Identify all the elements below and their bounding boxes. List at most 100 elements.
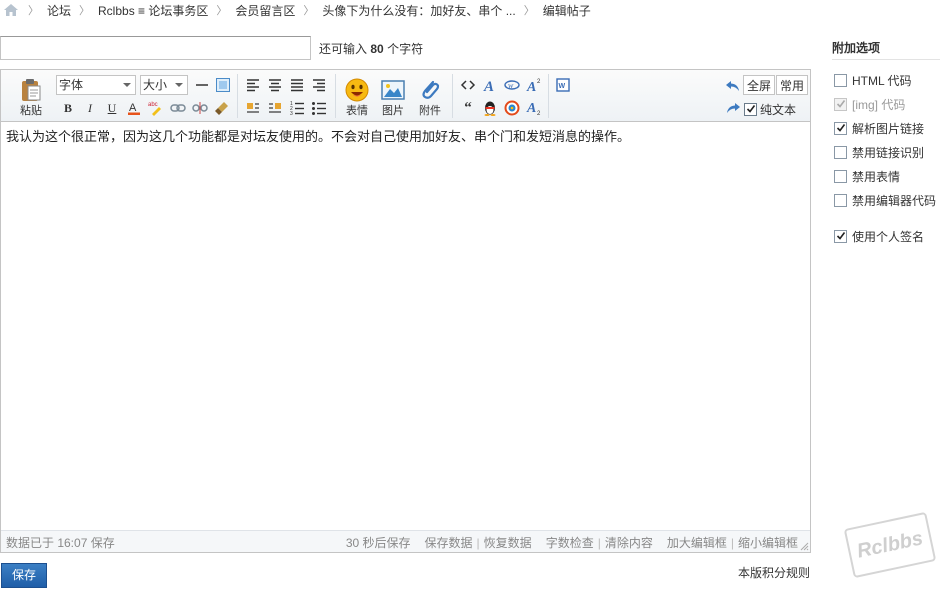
watermark-logo: Rclbbs bbox=[843, 511, 937, 579]
option-parse-image-links[interactable]: 解析图片链接 bbox=[832, 116, 940, 140]
resize-grip-icon[interactable] bbox=[800, 542, 809, 551]
extra-options-heading: 附加选项 bbox=[832, 36, 940, 60]
save-data-link[interactable]: 保存数据 bbox=[425, 534, 473, 551]
smiley-icon bbox=[345, 78, 369, 102]
disable-link-detection-checkbox[interactable] bbox=[834, 145, 847, 159]
plain-text-toggle[interactable]: 纯文本 bbox=[744, 101, 796, 118]
subscript-button[interactable]: A2 bbox=[524, 98, 544, 118]
float-left-icon bbox=[247, 103, 259, 113]
clear-content-link[interactable]: 清除内容 bbox=[605, 534, 653, 551]
save-button[interactable]: 保存 bbox=[1, 563, 47, 588]
font-effect-button[interactable]: w bbox=[502, 75, 522, 95]
align-center-icon bbox=[269, 79, 281, 92]
highlight-button[interactable]: abc bbox=[146, 98, 166, 118]
float-left-button[interactable] bbox=[243, 98, 263, 118]
align-justify-button[interactable] bbox=[287, 75, 307, 95]
option-label: 解析图片链接 bbox=[852, 121, 925, 136]
option-img-code: [img] 代码 bbox=[832, 92, 940, 116]
font-select[interactable]: 字体 bbox=[56, 75, 136, 95]
editor-content-area[interactable]: 我认为这个很正常，因为这几个功能都是对坛友使用的。不会对自己使用加好友、串个门和… bbox=[1, 123, 810, 531]
unlink-button[interactable] bbox=[190, 98, 210, 118]
align-center-button[interactable] bbox=[265, 75, 285, 95]
undo-button[interactable] bbox=[723, 76, 743, 96]
float-right-button[interactable] bbox=[265, 98, 285, 118]
size-select[interactable]: 大小 bbox=[140, 75, 188, 95]
option-disable-link-detection[interactable]: 禁用链接识别 bbox=[832, 140, 940, 164]
disable-editor-code-checkbox[interactable] bbox=[834, 193, 847, 207]
svg-text:A: A bbox=[483, 79, 494, 93]
breadcrumb-messages[interactable]: 会员留言区 bbox=[235, 2, 295, 19]
toolbar-divider bbox=[335, 74, 336, 118]
title-input[interactable] bbox=[0, 36, 311, 60]
emoticon-button[interactable]: 表情 bbox=[339, 74, 375, 118]
redo-arrow-icon bbox=[727, 103, 740, 113]
option-label: 使用个人签名 bbox=[852, 229, 925, 244]
ordered-list-button[interactable]: 123 bbox=[287, 98, 307, 118]
breadcrumb: 〉 论坛 〉 Rclbbs ≡ 论坛事务区 〉 会员留言区 〉 头像下为什么没有… bbox=[0, 0, 591, 20]
fullscreen-button[interactable]: 全屏 bbox=[743, 75, 776, 95]
option-disable-editor-code[interactable]: 禁用编辑器代码 bbox=[832, 188, 940, 212]
word-paste-button[interactable]: W bbox=[553, 75, 573, 95]
autosave-countdown: 30 秒后保存 bbox=[345, 536, 411, 550]
align-left-button[interactable] bbox=[243, 75, 263, 95]
chevron-down-icon bbox=[123, 83, 131, 87]
shrink-editor-link[interactable]: 缩小编辑框 bbox=[738, 534, 798, 551]
link-divider: | bbox=[597, 535, 601, 550]
attachment-button[interactable]: 附件 bbox=[412, 74, 448, 118]
quote-button[interactable]: “ bbox=[458, 98, 478, 118]
superscript-button[interactable]: A2 bbox=[524, 75, 544, 95]
breadcrumb-forum[interactable]: 论坛 bbox=[47, 2, 71, 19]
image-label: 图片 bbox=[382, 105, 404, 117]
breadcrumb-separator: 〉 bbox=[216, 5, 228, 17]
attachment-label: 附件 bbox=[419, 105, 441, 117]
bold-button[interactable]: B bbox=[58, 98, 78, 118]
title-row: 还可输入 80 个字符 bbox=[0, 36, 423, 60]
image-icon bbox=[381, 80, 405, 100]
link-icon bbox=[170, 104, 186, 112]
highlighter-icon: abc bbox=[148, 102, 161, 116]
enlarge-editor-link[interactable]: 加大编辑框 bbox=[667, 534, 727, 551]
svg-text:W: W bbox=[559, 83, 566, 90]
editor-toolbar: 粘贴 字体 大小 B I U A abc 1 2 3 表情 图片 附件 A w … bbox=[1, 70, 810, 122]
editor-actions: 30 秒后保存 保存数据 | 恢复数据 字数检查 | 清除内容 加大编辑框 | … bbox=[346, 534, 798, 551]
font-color-button[interactable]: A bbox=[124, 98, 144, 118]
clear-format-button[interactable] bbox=[212, 98, 232, 118]
option-use-signature[interactable]: 使用个人签名 bbox=[832, 224, 940, 248]
paste-button[interactable]: 粘贴 bbox=[13, 74, 49, 118]
horizontal-rule-button[interactable] bbox=[192, 75, 212, 95]
bullet-list-button[interactable] bbox=[309, 98, 329, 118]
code-icon bbox=[460, 80, 476, 90]
link-button[interactable] bbox=[168, 98, 188, 118]
redo-button[interactable] bbox=[723, 98, 743, 118]
breadcrumb-affairs[interactable]: Rclbbs ≡ 论坛事务区 bbox=[98, 2, 208, 19]
toolbar-divider bbox=[237, 74, 238, 118]
qq-button[interactable] bbox=[480, 98, 500, 118]
restore-data-link[interactable]: 恢复数据 bbox=[484, 534, 532, 551]
use-signature-checkbox[interactable] bbox=[834, 229, 847, 243]
option-html-code[interactable]: HTML 代码 bbox=[832, 68, 940, 92]
disable-smilies-checkbox[interactable] bbox=[834, 169, 847, 183]
multimedia-button[interactable] bbox=[502, 98, 522, 118]
title-char-count: 80 bbox=[370, 41, 384, 56]
font-select-value: 字体 bbox=[59, 78, 84, 92]
code-button[interactable] bbox=[458, 75, 478, 95]
plain-text-checkbox[interactable] bbox=[744, 103, 757, 116]
image-button[interactable]: 图片 bbox=[375, 74, 411, 118]
common-button[interactable]: 常用 bbox=[776, 75, 809, 95]
checkmark-icon bbox=[746, 105, 756, 113]
parse-image-links-checkbox[interactable] bbox=[834, 121, 847, 135]
html-code-checkbox[interactable] bbox=[834, 73, 847, 87]
float-right-icon bbox=[269, 103, 281, 113]
home-icon[interactable] bbox=[2, 2, 20, 18]
align-right-button[interactable] bbox=[309, 75, 329, 95]
clipboard-icon bbox=[22, 79, 41, 101]
underline-button[interactable]: U bbox=[102, 98, 122, 118]
word-check-link[interactable]: 字数检查 bbox=[546, 534, 594, 551]
option-disable-smilies[interactable]: 禁用表情 bbox=[832, 164, 940, 188]
italic-button[interactable]: I bbox=[80, 98, 100, 118]
background-color-button[interactable] bbox=[213, 75, 233, 95]
font-style-button[interactable]: A bbox=[480, 75, 500, 95]
breadcrumb-thread[interactable]: 头像下为什么没有：加好友、串个 ... bbox=[322, 2, 515, 19]
toolbar-divider bbox=[452, 74, 453, 118]
credit-rules-link[interactable]: 本版积分规则 bbox=[738, 564, 810, 581]
